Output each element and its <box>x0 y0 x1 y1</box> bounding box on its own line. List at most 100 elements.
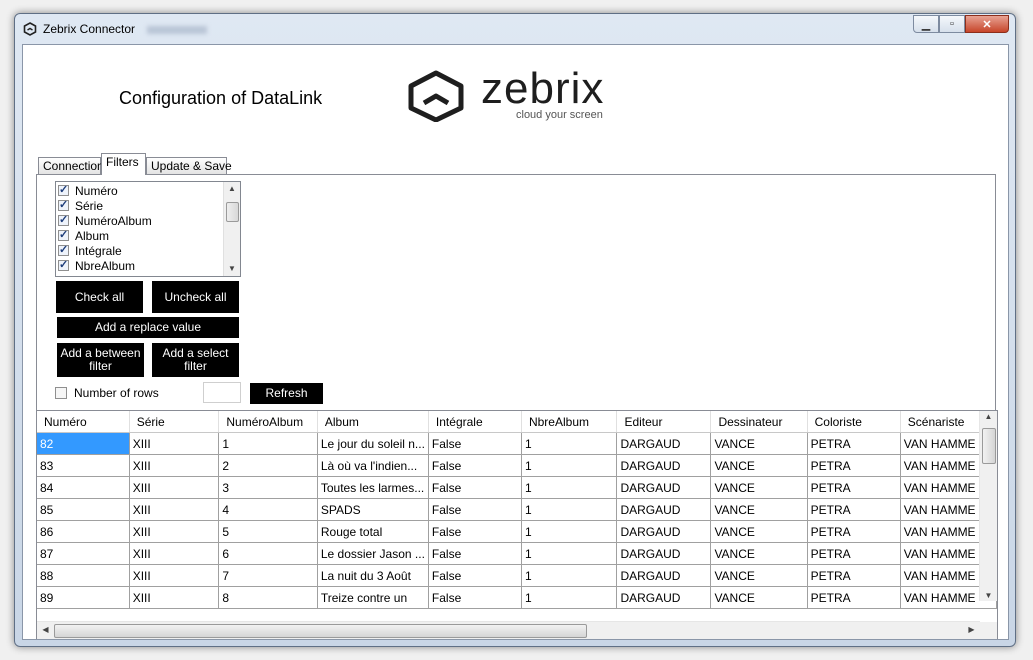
checkbox[interactable] <box>58 213 69 226</box>
column-header[interactable]: Album <box>317 411 429 433</box>
uncheck-all-button[interactable]: Uncheck all <box>152 281 239 313</box>
table-cell[interactable]: XIII <box>129 498 220 521</box>
checkbox[interactable] <box>58 243 69 256</box>
list-item[interactable]: NuméroAlbum <box>58 213 152 228</box>
tab-update-save[interactable]: Update & Save <box>146 157 232 174</box>
table-cell[interactable]: XIII <box>129 432 220 455</box>
table-cell[interactable]: 1 <box>521 542 618 565</box>
table-cell[interactable]: 1 <box>521 476 618 499</box>
column-header[interactable]: Série <box>129 411 220 433</box>
table-cell[interactable]: DARGAUD <box>616 542 712 565</box>
list-item[interactable]: Intégrale <box>58 243 122 258</box>
column-header[interactable]: Coloriste <box>807 411 901 433</box>
table-cell[interactable]: XIII <box>129 476 220 499</box>
table-cell[interactable]: False <box>428 520 522 543</box>
tab-filters[interactable]: Filters <box>101 153 146 175</box>
checklist-scrollbar[interactable]: ▲ ▼ <box>223 182 240 276</box>
scrollbar-thumb[interactable] <box>982 428 996 464</box>
table-row[interactable]: 86 XIII 5 Rouge total False 1 DARGAUD VANCE PETR… <box>37 520 997 543</box>
scroll-right-icon[interactable]: ▶ <box>963 625 980 634</box>
tab-connection[interactable]: Connection <box>38 157 104 174</box>
table-cell[interactable]: PETRA <box>807 564 901 587</box>
table-cell[interactable]: Là où va l'indien... <box>317 454 429 477</box>
table-cell[interactable]: 5 <box>218 520 318 543</box>
table-cell[interactable]: 1 <box>521 564 618 587</box>
table-row[interactable]: 89 XIII 8 Treize contre un False 1 DARGAUD VANC… <box>37 586 997 609</box>
table-row[interactable]: 84 XIII 3 Toutes les larmes... False 1 DARGAUD… <box>37 476 997 499</box>
scroll-down-icon[interactable]: ▼ <box>980 591 997 600</box>
table-cell[interactable]: Le dossier Jason ... <box>317 542 429 565</box>
table-row[interactable]: 87 XIII 6 Le dossier Jason ... False 1 DARGAUD… <box>37 542 997 565</box>
table-cell[interactable]: XIII <box>129 542 220 565</box>
table-cell[interactable]: XIII <box>129 586 220 609</box>
table-cell[interactable]: 85 <box>37 498 130 521</box>
table-cell[interactable]: 1 <box>521 586 618 609</box>
list-item[interactable]: Numéro <box>58 183 118 198</box>
table-cell[interactable]: VANCE <box>710 454 808 477</box>
close-button[interactable]: ✕ <box>965 15 1009 33</box>
table-cell[interactable]: 7 <box>218 564 318 587</box>
table-cell[interactable]: DARGAUD <box>616 476 712 499</box>
table-cell[interactable]: VANCE <box>710 564 808 587</box>
table-cell[interactable]: Toutes les larmes... <box>317 476 429 499</box>
table-cell[interactable]: 1 <box>521 432 618 455</box>
table-cell[interactable]: 3 <box>218 476 318 499</box>
table-cell[interactable]: XIII <box>129 454 220 477</box>
table-cell[interactable]: VANCE <box>710 432 808 455</box>
table-cell[interactable]: 1 <box>521 454 618 477</box>
checkbox[interactable] <box>58 258 69 271</box>
table-cell[interactable]: False <box>428 564 522 587</box>
checkbox[interactable] <box>58 228 69 241</box>
number-of-rows-checkbox[interactable] <box>55 387 67 399</box>
table-cell[interactable]: 89 <box>37 586 130 609</box>
table-cell[interactable]: PETRA <box>807 498 901 521</box>
title-bar[interactable]: Zebrix Connector ▁ ▫ ✕ <box>15 14 1015 44</box>
table-cell[interactable]: 88 <box>37 564 130 587</box>
scrollbar-thumb[interactable] <box>54 624 587 638</box>
list-item[interactable]: Série <box>58 198 103 213</box>
add-replace-value-button[interactable]: Add a replace value <box>57 317 239 338</box>
table-cell[interactable]: PETRA <box>807 432 901 455</box>
scroll-up-icon[interactable]: ▲ <box>224 182 240 196</box>
table-cell[interactable]: False <box>428 498 522 521</box>
scrollbar-thumb[interactable] <box>226 202 239 222</box>
table-cell[interactable]: 8 <box>218 586 318 609</box>
table-cell[interactable]: False <box>428 476 522 499</box>
column-header[interactable]: Numéro <box>37 411 130 433</box>
table-cell[interactable]: PETRA <box>807 542 901 565</box>
table-row[interactable]: 85 XIII 4 SPADS False 1 DARGAUD VANCE PETRA VAN H… <box>37 498 997 521</box>
table-cell[interactable]: DARGAUD <box>616 586 712 609</box>
table-cell[interactable]: VANCE <box>710 520 808 543</box>
checkbox[interactable] <box>58 198 69 211</box>
minimize-button[interactable]: ▁ <box>913 15 939 33</box>
list-item[interactable]: Album <box>58 228 109 243</box>
table-cell[interactable]: 1 <box>521 498 618 521</box>
table-cell[interactable]: PETRA <box>807 476 901 499</box>
table-cell[interactable]: 4 <box>218 498 318 521</box>
check-all-button[interactable]: Check all <box>56 281 143 313</box>
scroll-up-icon[interactable]: ▲ <box>980 412 997 421</box>
number-of-rows-option[interactable]: Number of rows <box>55 386 159 400</box>
data-grid[interactable]: Numéro Série NuméroAlbum Album Intégrale Nbre… <box>36 410 998 639</box>
scroll-down-icon[interactable]: ▼ <box>224 262 240 276</box>
table-cell[interactable]: VANCE <box>710 498 808 521</box>
table-cell[interactable]: 87 <box>37 542 130 565</box>
table-cell[interactable]: La nuit du 3 Août <box>317 564 429 587</box>
checkbox[interactable] <box>58 183 69 196</box>
scroll-left-icon[interactable]: ◀ <box>37 625 54 634</box>
table-cell[interactable]: False <box>428 454 522 477</box>
table-cell[interactable]: VANCE <box>710 476 808 499</box>
column-checklist[interactable]: Numéro Série NuméroAlbum Album Intégrale <box>55 181 241 277</box>
table-cell[interactable]: Le jour du soleil n... <box>317 432 429 455</box>
maximize-button[interactable]: ▫ <box>939 15 965 33</box>
table-cell[interactable]: Rouge total <box>317 520 429 543</box>
table-row[interactable]: 83 XIII 2 Là où va l'indien... False 1 DARGAUD… <box>37 454 997 477</box>
column-header[interactable]: Dessinateur <box>710 411 808 433</box>
table-cell[interactable]: DARGAUD <box>616 498 712 521</box>
refresh-button[interactable]: Refresh <box>250 383 323 404</box>
table-cell[interactable]: DARGAUD <box>616 564 712 587</box>
table-cell[interactable]: PETRA <box>807 520 901 543</box>
table-cell[interactable]: XIII <box>129 520 220 543</box>
grid-horizontal-scrollbar[interactable]: ◀ ▶ <box>37 621 980 639</box>
table-cell[interactable]: False <box>428 542 522 565</box>
